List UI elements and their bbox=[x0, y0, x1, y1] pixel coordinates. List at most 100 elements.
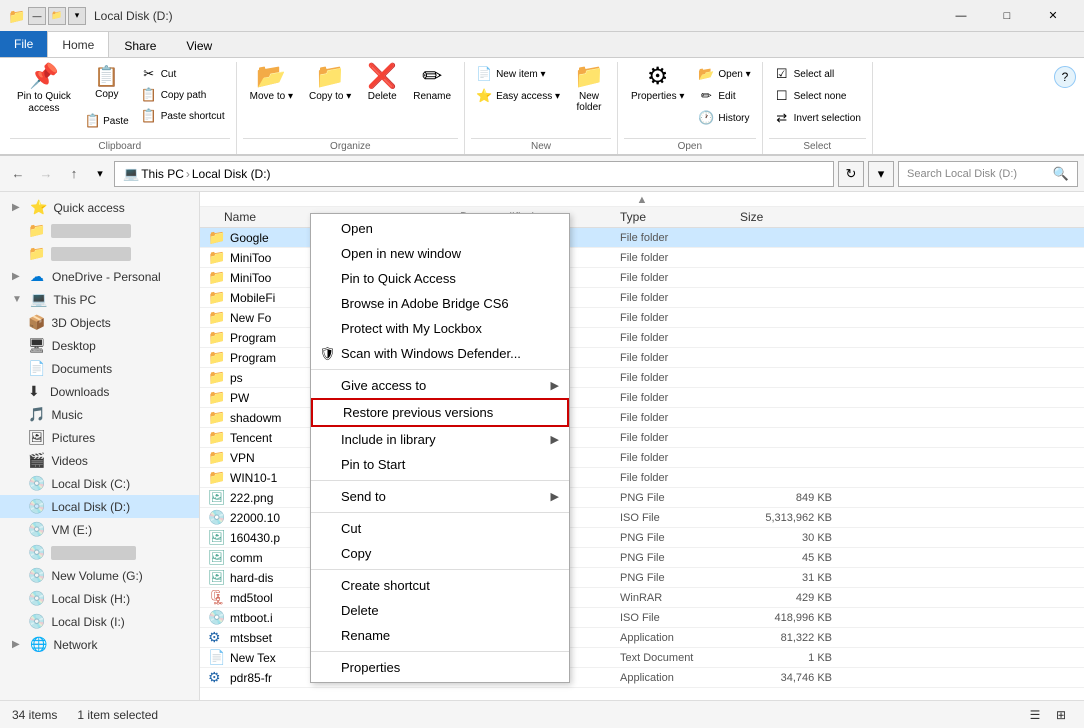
copy-to-button[interactable]: 📁 Copy to ▾ bbox=[302, 62, 358, 130]
ctx-rename[interactable]: Rename bbox=[311, 623, 569, 648]
folder-quick-btn[interactable]: 📁 bbox=[48, 7, 66, 25]
sidebar-item-local-d[interactable]: 💿 Local Disk (D:) bbox=[0, 495, 199, 518]
ctx-browse-bridge[interactable]: Browse in Adobe Bridge CS6 bbox=[311, 291, 569, 316]
address-field[interactable]: 💻 This PC › Local Disk (D:) bbox=[114, 161, 834, 187]
sidebar-item-blurred3[interactable]: 💿 ██████████ bbox=[0, 541, 199, 564]
easy-access-label: Easy access ▾ bbox=[496, 91, 560, 102]
tab-view[interactable]: View bbox=[171, 33, 227, 57]
tab-file[interactable]: File bbox=[0, 31, 47, 57]
delete-button[interactable]: ❌ Delete bbox=[360, 62, 404, 130]
ctx-delete[interactable]: Delete bbox=[311, 598, 569, 623]
file-name: 160430.p bbox=[230, 531, 280, 545]
file-type: File folder bbox=[620, 372, 740, 384]
ctx-pin-start[interactable]: Pin to Start bbox=[311, 452, 569, 477]
open-btn[interactable]: 📂 Open ▾ bbox=[693, 64, 755, 84]
tab-home[interactable]: Home bbox=[47, 31, 109, 57]
minimize-quick-btn[interactable]: — bbox=[28, 7, 46, 25]
open-icon: 📂 bbox=[698, 66, 714, 82]
select-all-button[interactable]: ☑ Select all bbox=[769, 64, 866, 84]
file-name: PW bbox=[230, 391, 249, 405]
new-item-button[interactable]: 📄 New item ▾ bbox=[471, 64, 565, 84]
help-button[interactable]: ? bbox=[1054, 66, 1076, 88]
sidebar-item-3d-objects[interactable]: 📦 3D Objects bbox=[0, 311, 199, 334]
maximize-button[interactable]: □ bbox=[984, 0, 1030, 32]
ctx-restore-versions[interactable]: Restore previous versions bbox=[311, 398, 569, 427]
sidebar-item-local-i[interactable]: 💿 Local Disk (I:) bbox=[0, 610, 199, 633]
ctx-open-new-window[interactable]: Open in new window bbox=[311, 241, 569, 266]
refresh-button[interactable]: ↻ bbox=[838, 161, 864, 187]
breadcrumb-local-d[interactable]: Local Disk (D:) bbox=[192, 167, 271, 181]
sidebar-item-pictures[interactable]: 🖼 Pictures bbox=[0, 426, 199, 449]
ctx-protect-lockbox[interactable]: Protect with My Lockbox bbox=[311, 316, 569, 341]
col-header-type[interactable]: Type bbox=[620, 210, 740, 224]
select-none-button[interactable]: ☐ Select none bbox=[769, 86, 866, 106]
sidebar-item-music[interactable]: 🎵 Music bbox=[0, 403, 199, 426]
file-type: PNG File bbox=[620, 532, 740, 544]
ctx-copy[interactable]: Copy bbox=[311, 541, 569, 566]
tab-share[interactable]: Share bbox=[109, 33, 171, 57]
down-caret[interactable]: ▾ bbox=[90, 164, 110, 184]
ctx-give-access[interactable]: Give access to ▶ bbox=[311, 373, 569, 398]
paste-shortcut-button[interactable]: 📋 Paste shortcut bbox=[136, 106, 230, 126]
sidebar-item-local-h[interactable]: 💿 Local Disk (H:) bbox=[0, 587, 199, 610]
local-d-icon: 💿 bbox=[28, 498, 45, 515]
expand-address-button[interactable]: ▾ bbox=[868, 161, 894, 187]
ctx-create-shortcut[interactable]: Create shortcut bbox=[311, 573, 569, 598]
down-arrow-btn[interactable]: ▾ bbox=[68, 7, 86, 25]
properties-button[interactable]: ⚙ Properties ▾ bbox=[624, 62, 691, 130]
invert-selection-button[interactable]: ⇄ Invert selection bbox=[769, 108, 866, 128]
file-name: ps bbox=[230, 371, 243, 385]
ctx-include-library[interactable]: Include in library ▶ bbox=[311, 427, 569, 452]
ctx-cut[interactable]: Cut bbox=[311, 516, 569, 541]
file-name: Program bbox=[230, 331, 276, 345]
open-label: Open ▾ bbox=[718, 69, 750, 80]
sidebar-item-new-volume-g[interactable]: 💿 New Volume (G:) bbox=[0, 564, 199, 587]
copy-path-button[interactable]: 📋 Copy path bbox=[136, 85, 230, 105]
png-file-icon: 🖼 bbox=[208, 489, 226, 506]
sidebar-item-this-pc[interactable]: ▼ 💻 This PC bbox=[0, 288, 199, 311]
sidebar-item-vm-e[interactable]: 💿 VM (E:) bbox=[0, 518, 199, 541]
sidebar-item-onedrive[interactable]: ▶ ☁ OneDrive - Personal bbox=[0, 265, 199, 288]
new-folder-button[interactable]: 📁 Newfolder bbox=[567, 62, 611, 130]
easy-access-button[interactable]: ⭐ Easy access ▾ bbox=[471, 86, 565, 106]
ctx-open[interactable]: Open bbox=[311, 216, 569, 241]
new-item-label: New item ▾ bbox=[496, 69, 545, 80]
up-button[interactable]: ↑ bbox=[62, 162, 86, 186]
ctx-pin-quick-access[interactable]: Pin to Quick Access bbox=[311, 266, 569, 291]
sidebar-item-videos[interactable]: 🎬 Videos bbox=[0, 449, 199, 472]
sidebar-item-blurred2[interactable]: 📁 ████████ bbox=[0, 242, 199, 265]
sidebar-item-quick-access[interactable]: ▶ ⭐ Quick access bbox=[0, 196, 199, 219]
breadcrumb-this-pc[interactable]: This PC bbox=[141, 167, 184, 181]
details-view-button[interactable]: ☰ bbox=[1024, 704, 1046, 726]
search-box[interactable]: Search Local Disk (D:) 🔍 bbox=[898, 161, 1078, 187]
cut-button[interactable]: ✂ Cut bbox=[136, 64, 230, 84]
clipboard-content: 📌 Pin to Quickaccess 📋 Copy 📋 Paste ✂ Cu… bbox=[10, 62, 230, 138]
pin-quick-access-button[interactable]: 📌 Pin to Quickaccess bbox=[10, 62, 78, 130]
close-button[interactable]: ✕ bbox=[1030, 0, 1076, 32]
sidebar-item-desktop[interactable]: 🖥 Desktop bbox=[0, 334, 199, 357]
sidebar-item-blurred1[interactable]: 📁 ████████ bbox=[0, 219, 199, 242]
edit-icon: ✏ bbox=[698, 88, 714, 104]
copy-button[interactable]: 📋 Copy bbox=[80, 64, 134, 108]
edit-button[interactable]: ✏ Edit bbox=[693, 86, 755, 106]
large-icons-view-button[interactable]: ⊞ bbox=[1050, 704, 1072, 726]
music-icon: 🎵 bbox=[28, 406, 45, 423]
sidebar-item-network[interactable]: ▶ 🌐 Network bbox=[0, 633, 199, 656]
ctx-scan-defender[interactable]: 🛡 Scan with Windows Defender... bbox=[311, 341, 569, 366]
paste-button[interactable]: 📋 Paste bbox=[80, 110, 134, 132]
forward-button[interactable]: → bbox=[34, 162, 58, 186]
sidebar-item-local-c[interactable]: 💿 Local Disk (C:) bbox=[0, 472, 199, 495]
ctx-properties[interactable]: Properties bbox=[311, 655, 569, 680]
copy-to-label: Copy to ▾ bbox=[309, 91, 351, 102]
col-header-size[interactable]: Size bbox=[740, 210, 840, 224]
minimize-button[interactable]: — bbox=[938, 0, 984, 32]
back-button[interactable]: ← bbox=[6, 162, 30, 186]
file-type: PNG File bbox=[620, 552, 740, 564]
breadcrumb-icon: 💻 bbox=[123, 166, 139, 182]
ctx-send-to[interactable]: Send to ▶ bbox=[311, 484, 569, 509]
sidebar-item-documents[interactable]: 📄 Documents bbox=[0, 357, 199, 380]
move-to-button[interactable]: 📂 Move to ▾ bbox=[243, 62, 300, 130]
history-button[interactable]: 🕐 History bbox=[693, 108, 755, 128]
sidebar-item-downloads[interactable]: ⬇ Downloads bbox=[0, 380, 199, 403]
rename-button[interactable]: ✏ Rename bbox=[406, 62, 458, 130]
